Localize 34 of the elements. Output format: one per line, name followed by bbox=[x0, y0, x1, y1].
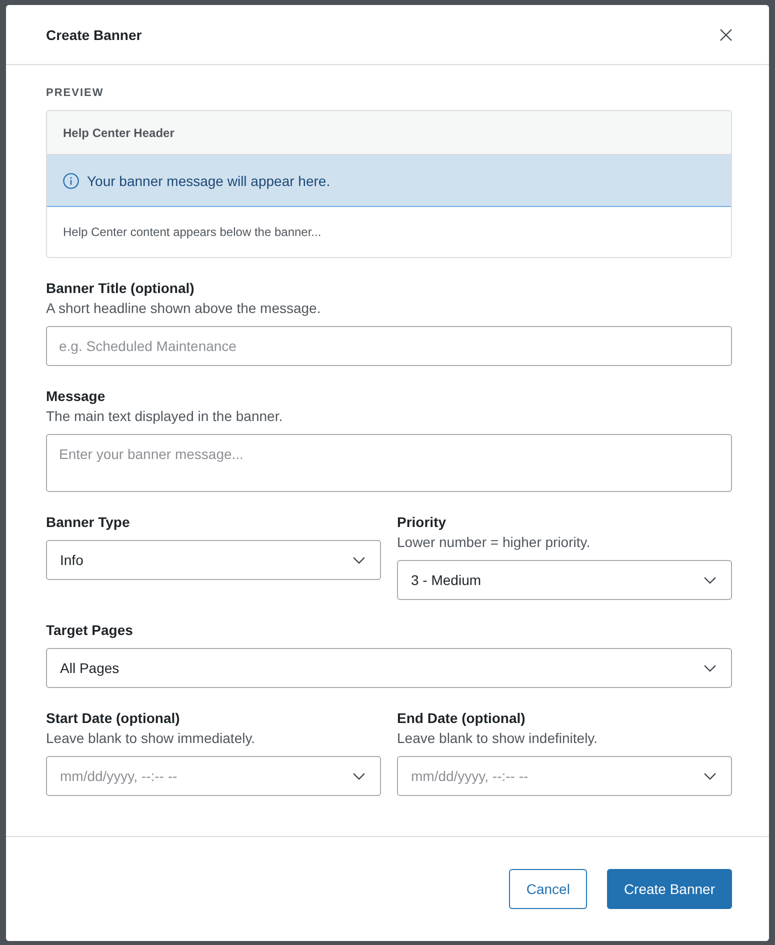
field-label: Priority bbox=[397, 513, 448, 532]
cancel-button[interactable]: Cancel bbox=[509, 869, 587, 909]
info-icon bbox=[63, 172, 79, 188]
preview-content-text: Help Center content appears below the banner... bbox=[62, 224, 322, 241]
field-label: Banner Type bbox=[46, 513, 131, 532]
chevron-icon bbox=[353, 556, 365, 564]
chevron-icon bbox=[353, 772, 365, 780]
help-text: The main text displayed in the banner. bbox=[46, 407, 284, 426]
preview-label: PREVIEW bbox=[46, 86, 105, 101]
date-field[interactable]: mm/dd/yyyy, --:-- -- bbox=[397, 756, 732, 796]
field-label: End Date (optional) bbox=[397, 709, 526, 728]
close-button[interactable] bbox=[720, 28, 732, 40]
text-field[interactable]: e.g. Scheduled Maintenance bbox=[46, 326, 732, 366]
select-field[interactable]: Info bbox=[46, 540, 381, 580]
date-field[interactable]: mm/dd/yyyy, --:-- -- bbox=[46, 756, 381, 796]
chevron-icon bbox=[704, 664, 716, 672]
field-label: Target Pages bbox=[46, 621, 134, 640]
chevron-icon bbox=[704, 772, 716, 780]
field-label: Message bbox=[46, 387, 106, 406]
help-text: Leave blank to show indefinitely. bbox=[397, 729, 599, 748]
help-text: A short headline shown above the message. bbox=[46, 299, 322, 318]
chevron-icon bbox=[704, 576, 716, 584]
banner-message: Your banner message will appear here. bbox=[87, 172, 330, 188]
create-button[interactable]: Create Banner bbox=[606, 869, 732, 909]
select-field[interactable]: 3 - Medium bbox=[397, 560, 732, 600]
field-label: Start Date (optional) bbox=[46, 709, 181, 728]
field-label: Banner Title (optional) bbox=[46, 279, 196, 298]
help-text: Lower number = higher priority. bbox=[397, 533, 592, 552]
select-field[interactable]: All Pages bbox=[46, 648, 732, 688]
preview-header: Help Center Header bbox=[47, 111, 731, 155]
message-field[interactable]: Enter your banner message... bbox=[46, 434, 732, 492]
close-icon bbox=[720, 28, 732, 40]
dialog-title: Create Banner bbox=[46, 26, 142, 42]
help-text: Leave blank to show immediately. bbox=[46, 729, 256, 748]
